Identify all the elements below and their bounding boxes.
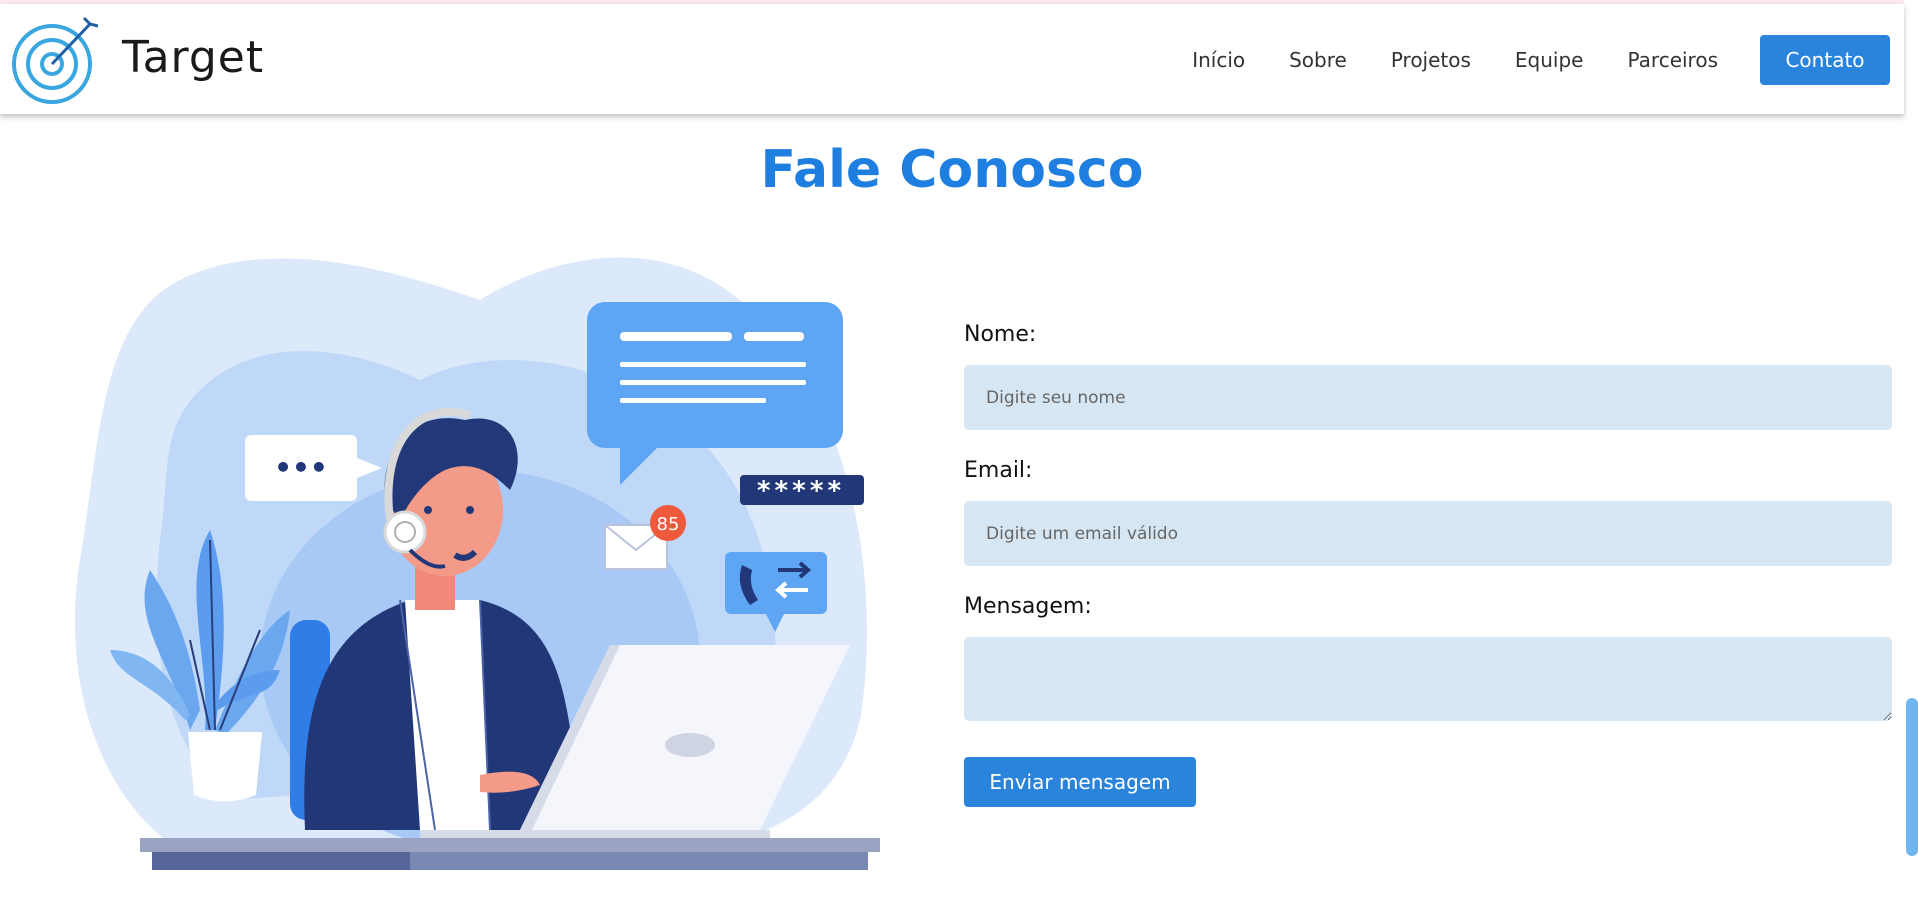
page-scrollbar-thumb[interactable] xyxy=(1906,698,1918,856)
main-nav: Início Sobre Projetos Equipe Parceiros xyxy=(1192,48,1718,72)
email-input[interactable] xyxy=(964,501,1892,566)
svg-text:•••: ••• xyxy=(274,451,328,484)
desk xyxy=(140,838,880,870)
target-logo-icon[interactable] xyxy=(10,14,98,106)
contact-button[interactable]: Contato xyxy=(1760,35,1890,85)
send-message-button[interactable]: Enviar mensagem xyxy=(964,757,1196,807)
password-badge-icon: ***** xyxy=(740,475,864,506)
brand-name[interactable]: Target xyxy=(122,32,264,83)
customer-support-illustration: ••• ***** 85 xyxy=(74,257,880,870)
nav-link-sobre[interactable]: Sobre xyxy=(1289,48,1347,72)
name-label: Nome: xyxy=(964,322,1037,347)
svg-text:*****: ***** xyxy=(756,476,844,506)
svg-text:85: 85 xyxy=(657,514,680,535)
email-label: Email: xyxy=(964,458,1033,483)
site-header: Target Início Sobre Projetos Equipe Parc… xyxy=(0,4,1904,114)
contact-form: Nome: Email: Mensagem: Enviar mensagem xyxy=(964,322,1892,807)
message-label: Mensagem: xyxy=(964,594,1092,619)
nav-link-parceiros[interactable]: Parceiros xyxy=(1628,48,1719,72)
nav-link-projetos[interactable]: Projetos xyxy=(1391,48,1471,72)
message-textarea[interactable] xyxy=(964,637,1892,721)
nav-link-inicio[interactable]: Início xyxy=(1192,48,1245,72)
page-title: Fale Conosco xyxy=(760,140,1144,200)
nav-link-equipe[interactable]: Equipe xyxy=(1515,48,1584,72)
name-input[interactable] xyxy=(964,365,1892,430)
